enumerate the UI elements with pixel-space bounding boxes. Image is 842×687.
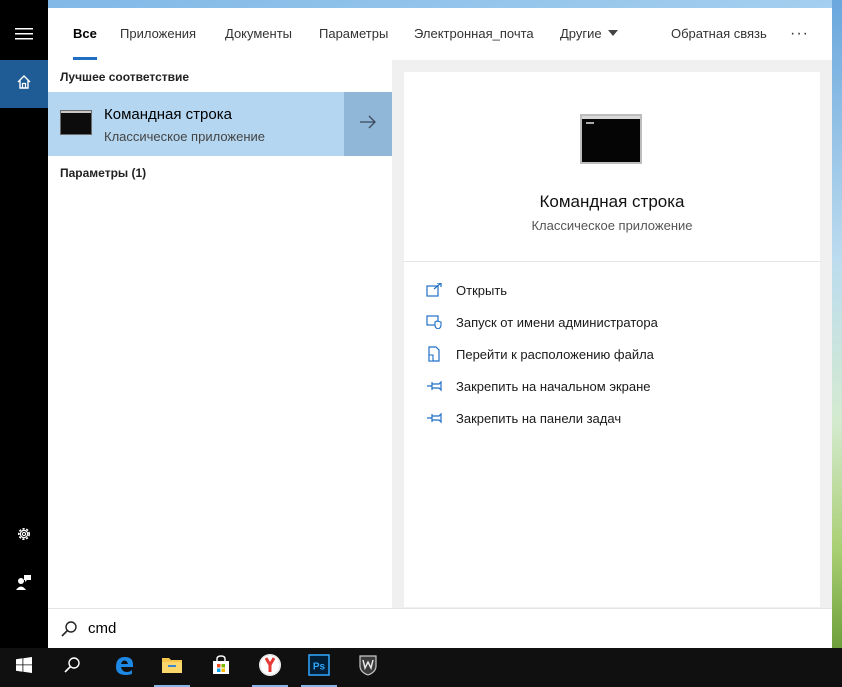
feedback-link[interactable]: Обратная связь [671, 8, 767, 60]
action-open[interactable]: Открыть [426, 278, 806, 302]
best-match-heading: Лучшее соответствие [60, 70, 190, 84]
world-of-tanks-icon [358, 654, 378, 681]
taskbar-file-explorer[interactable] [148, 648, 196, 687]
best-match-title: Командная строка [104, 106, 232, 123]
folder-icon [161, 656, 183, 679]
divider [404, 261, 820, 262]
taskbar-search-button[interactable] [48, 648, 96, 687]
action-run-as-admin[interactable]: Запуск от имени администратора [426, 310, 806, 334]
command-prompt-icon [60, 110, 92, 135]
search-icon [60, 620, 78, 643]
action-open-label: Открыть [456, 282, 508, 298]
results-list: Лучшее соответствие Командная строка Кла… [48, 60, 392, 608]
search-box[interactable]: cmd [48, 608, 832, 648]
detail-subtitle: Классическое приложение [531, 218, 693, 233]
tab-email[interactable]: Электронная_почта [414, 8, 534, 60]
hamburger-icon [15, 27, 33, 46]
expand-details-button[interactable] [344, 92, 392, 156]
shield-icon [426, 313, 444, 331]
edge-icon [113, 654, 135, 681]
start-sidebar [0, 0, 48, 648]
gear-icon [15, 525, 33, 548]
pin-icon [426, 377, 444, 395]
best-match-item[interactable]: Командная строка Классическое приложение [48, 92, 392, 156]
hamburger-menu-button[interactable] [0, 12, 48, 60]
more-options-button[interactable]: ··· [790, 8, 809, 60]
taskbar: Ps [0, 648, 842, 687]
desktop-wallpaper [832, 0, 842, 648]
tab-other-label: Другие [560, 26, 602, 41]
open-icon [426, 281, 444, 299]
chevron-down-icon [607, 30, 618, 36]
photoshop-icon-text: Ps [313, 662, 326, 673]
tab-settings[interactable]: Параметры [319, 8, 388, 60]
tab-other-dropdown[interactable]: Другие [560, 8, 618, 60]
best-match-open[interactable]: Командная строка Классическое приложение [48, 92, 343, 156]
detail-pane: Командная строка Классическое приложение… [404, 72, 820, 607]
best-match-subtitle: Классическое приложение [104, 129, 266, 144]
taskbar-world-of-tanks[interactable] [344, 648, 392, 687]
start-button[interactable] [0, 648, 48, 687]
taskbar-photoshop[interactable]: Ps [295, 648, 343, 687]
action-pin-to-taskbar[interactable]: Закрепить на панели задач [426, 406, 806, 430]
home-icon [16, 74, 32, 95]
search-tabs: Все Приложения Документы Параметры Элект… [48, 8, 832, 60]
feedback-person-icon [16, 573, 32, 596]
action-pin-to-taskbar-label: Закрепить на панели задач [456, 410, 622, 426]
taskbar-store[interactable] [197, 648, 245, 687]
tab-apps[interactable]: Приложения [120, 8, 196, 60]
command-prompt-large-icon [580, 114, 642, 164]
arrow-right-icon [359, 115, 377, 134]
search-input[interactable]: cmd [88, 620, 116, 637]
pin-icon [426, 409, 444, 427]
yandex-browser-icon [258, 653, 282, 682]
home-button[interactable] [0, 60, 48, 108]
taskbar-yandex-browser[interactable] [246, 648, 294, 687]
action-run-as-admin-label: Запуск от имени администратора [456, 314, 658, 330]
feedback-button[interactable] [0, 560, 48, 608]
search-icon [63, 656, 81, 679]
store-bag-icon [211, 655, 231, 680]
action-open-file-location[interactable]: Перейти к расположению файла [426, 342, 806, 366]
file-location-icon [426, 345, 444, 363]
settings-results-heading[interactable]: Параметры (1) [60, 166, 146, 180]
taskbar-edge[interactable] [100, 648, 148, 687]
windows-logo-icon [16, 657, 32, 678]
tab-documents[interactable]: Документы [225, 8, 292, 60]
tab-all[interactable]: Все [73, 8, 97, 60]
detail-title: Командная строка [539, 192, 685, 211]
action-open-file-location-label: Перейти к расположению файла [456, 346, 654, 362]
search-panel: Все Приложения Документы Параметры Элект… [48, 8, 832, 648]
settings-button[interactable] [0, 512, 48, 560]
action-pin-to-start-label: Закрепить на начальном экране [456, 378, 651, 394]
photoshop-icon: Ps [308, 654, 330, 681]
action-pin-to-start[interactable]: Закрепить на начальном экране [426, 374, 806, 398]
